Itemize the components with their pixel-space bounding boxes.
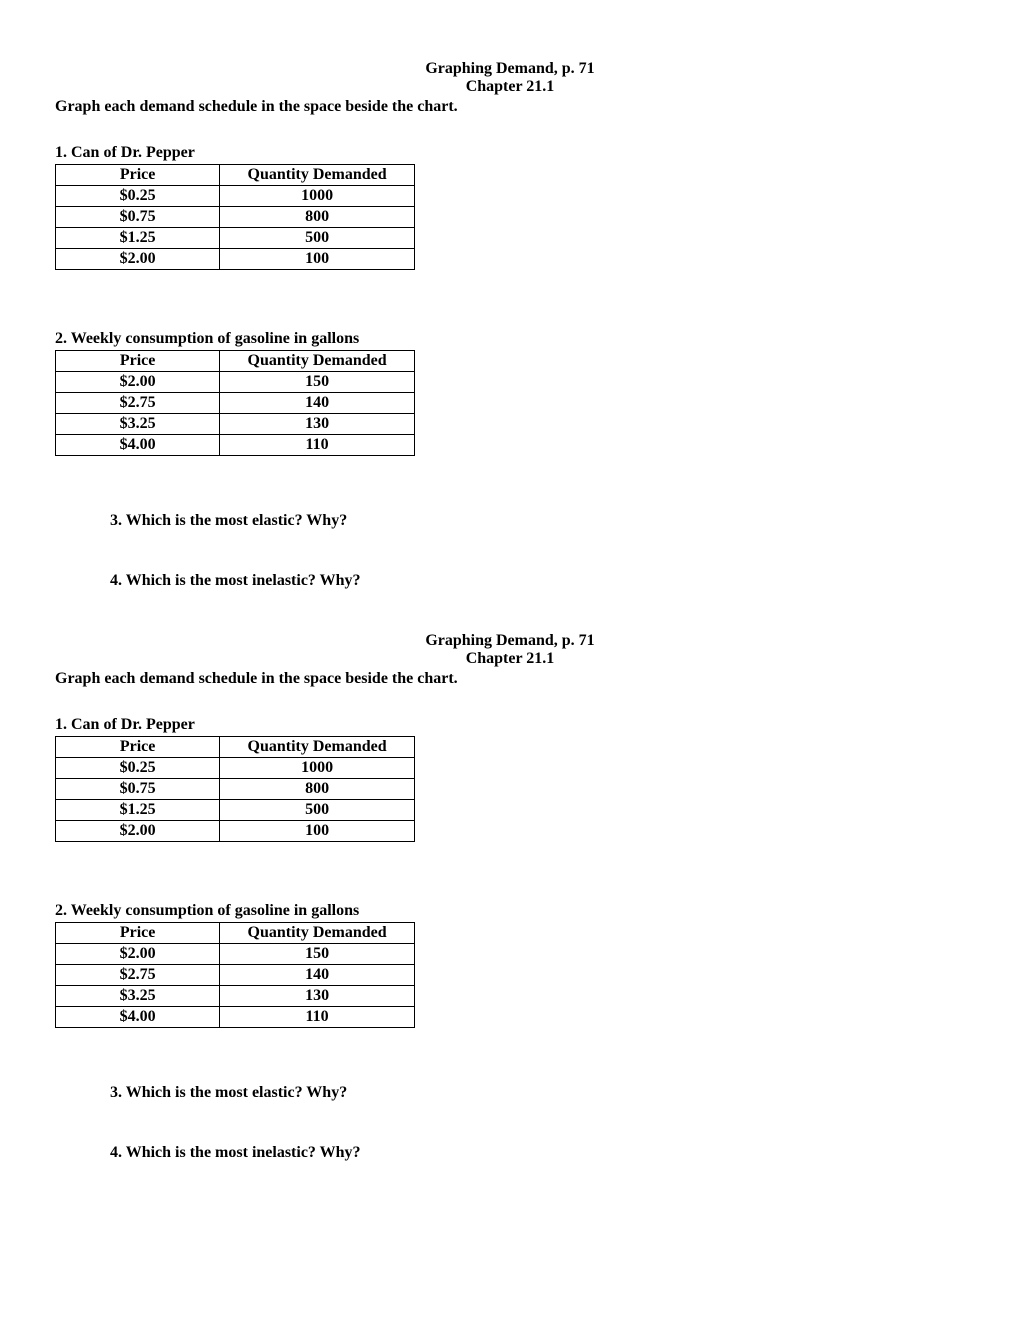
cell-price: $2.00 bbox=[56, 372, 220, 393]
cell-price: $2.00 bbox=[56, 944, 220, 965]
page-subtitle-2: Chapter 21.1 bbox=[55, 650, 965, 668]
cell-qty: 150 bbox=[220, 944, 415, 965]
col-header-qty: Quantity Demanded bbox=[220, 351, 415, 372]
table-row: $2.00 100 bbox=[56, 249, 415, 270]
cell-qty: 100 bbox=[220, 821, 415, 842]
table-gasoline: Price Quantity Demanded $2.00 150 $2.75 … bbox=[55, 350, 415, 456]
cell-qty: 800 bbox=[220, 207, 415, 228]
cell-price: $4.00 bbox=[56, 435, 220, 456]
cell-qty: 130 bbox=[220, 414, 415, 435]
cell-qty: 1000 bbox=[220, 758, 415, 779]
question-4: 4. Which is the most inelastic? Why? bbox=[110, 572, 965, 590]
cell-price: $2.75 bbox=[56, 965, 220, 986]
section-1-title: 1. Can of Dr. Pepper bbox=[55, 144, 965, 162]
page-instruction-2: Graph each demand schedule in the space … bbox=[55, 670, 965, 688]
cell-price: $0.75 bbox=[56, 779, 220, 800]
table-row: $2.00 100 bbox=[56, 821, 415, 842]
cell-price: $0.75 bbox=[56, 207, 220, 228]
cell-price: $2.75 bbox=[56, 393, 220, 414]
table-row: $0.25 1000 bbox=[56, 186, 415, 207]
table-row: $2.75 140 bbox=[56, 965, 415, 986]
page-instruction: Graph each demand schedule in the space … bbox=[55, 98, 965, 116]
cell-qty: 800 bbox=[220, 779, 415, 800]
page-title: Graphing Demand, p. 71 bbox=[55, 60, 965, 78]
table-row: $2.00 150 bbox=[56, 944, 415, 965]
table-row: $4.00 110 bbox=[56, 1007, 415, 1028]
cell-price: $0.25 bbox=[56, 758, 220, 779]
table-row: $1.25 500 bbox=[56, 228, 415, 249]
question-4-2: 4. Which is the most inelastic? Why? bbox=[110, 1144, 965, 1162]
section-1-title-2: 1. Can of Dr. Pepper bbox=[55, 716, 965, 734]
col-header-qty: Quantity Demanded bbox=[220, 923, 415, 944]
cell-qty: 1000 bbox=[220, 186, 415, 207]
section-2-title-2: 2. Weekly consumption of gasoline in gal… bbox=[55, 902, 965, 920]
cell-price: $3.25 bbox=[56, 414, 220, 435]
cell-qty: 110 bbox=[220, 435, 415, 456]
cell-price: $2.00 bbox=[56, 249, 220, 270]
cell-price: $3.25 bbox=[56, 986, 220, 1007]
table-header-row: Price Quantity Demanded bbox=[56, 737, 415, 758]
col-header-price: Price bbox=[56, 737, 220, 758]
cell-price: $1.25 bbox=[56, 800, 220, 821]
table-row: $1.25 500 bbox=[56, 800, 415, 821]
col-header-price: Price bbox=[56, 351, 220, 372]
table-dr-pepper: Price Quantity Demanded $0.25 1000 $0.75… bbox=[55, 164, 415, 270]
cell-qty: 140 bbox=[220, 393, 415, 414]
table-row: $0.75 800 bbox=[56, 779, 415, 800]
cell-qty: 100 bbox=[220, 249, 415, 270]
cell-qty: 140 bbox=[220, 965, 415, 986]
table-header-row: Price Quantity Demanded bbox=[56, 165, 415, 186]
table-gasoline-2: Price Quantity Demanded $2.00 150 $2.75 … bbox=[55, 922, 415, 1028]
cell-qty: 110 bbox=[220, 1007, 415, 1028]
col-header-price: Price bbox=[56, 165, 220, 186]
col-header-qty: Quantity Demanded bbox=[220, 165, 415, 186]
table-header-row: Price Quantity Demanded bbox=[56, 351, 415, 372]
section-2-title: 2. Weekly consumption of gasoline in gal… bbox=[55, 330, 965, 348]
worksheet-page: Graphing Demand, p. 71 Chapter 21.1 Grap… bbox=[0, 0, 1020, 1202]
col-header-price: Price bbox=[56, 923, 220, 944]
table-row: $3.25 130 bbox=[56, 986, 415, 1007]
cell-qty: 130 bbox=[220, 986, 415, 1007]
cell-price: $0.25 bbox=[56, 186, 220, 207]
table-row: $4.00 110 bbox=[56, 435, 415, 456]
cell-price: $1.25 bbox=[56, 228, 220, 249]
page-subtitle: Chapter 21.1 bbox=[55, 78, 965, 96]
page-title-2: Graphing Demand, p. 71 bbox=[55, 632, 965, 650]
table-row: $0.75 800 bbox=[56, 207, 415, 228]
table-row: $2.00 150 bbox=[56, 372, 415, 393]
table-header-row: Price Quantity Demanded bbox=[56, 923, 415, 944]
cell-price: $2.00 bbox=[56, 821, 220, 842]
col-header-qty: Quantity Demanded bbox=[220, 737, 415, 758]
question-3-2: 3. Which is the most elastic? Why? bbox=[110, 1084, 965, 1102]
table-row: $3.25 130 bbox=[56, 414, 415, 435]
cell-qty: 500 bbox=[220, 800, 415, 821]
table-row: $0.25 1000 bbox=[56, 758, 415, 779]
cell-price: $4.00 bbox=[56, 1007, 220, 1028]
table-row: $2.75 140 bbox=[56, 393, 415, 414]
cell-qty: 500 bbox=[220, 228, 415, 249]
table-dr-pepper-2: Price Quantity Demanded $0.25 1000 $0.75… bbox=[55, 736, 415, 842]
question-3: 3. Which is the most elastic? Why? bbox=[110, 512, 965, 530]
cell-qty: 150 bbox=[220, 372, 415, 393]
